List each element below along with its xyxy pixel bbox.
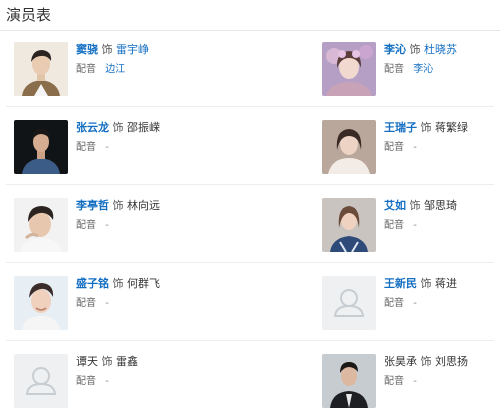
role-name: 林向远 [127,199,160,212]
actor-photo[interactable] [322,354,376,408]
actor-name: 谭天 [76,355,98,368]
actor-name-link[interactable]: 盛子铭 [76,277,109,290]
as-connector: 饰 [112,277,124,290]
voice-actor-value: - [413,220,417,231]
actor-name-link[interactable]: 王瑞子 [384,121,417,134]
voice-actor-value: - [105,376,109,387]
as-connector: 饰 [420,355,432,368]
role-name: 邹思琦 [424,199,457,212]
voice-actor-value: - [413,298,417,309]
as-connector: 饰 [409,43,421,56]
as-connector: 饰 [112,199,124,212]
dub-label: 配音 [76,298,96,309]
role-name: 雷鑫 [116,355,138,368]
role-name: 蒋繁绿 [435,121,468,134]
as-connector: 饰 [101,43,113,56]
actor-photo[interactable] [14,42,68,96]
role-name-link[interactable]: 雷宇峥 [116,43,149,56]
as-connector: 饰 [420,277,432,290]
actor-name-link[interactable]: 王新民 [384,277,417,290]
role-name: 蒋进 [435,277,457,290]
actor-photo[interactable] [14,120,68,174]
actor-photo[interactable] [14,198,68,252]
cast-card[interactable]: 王瑞子 饰 蒋繁绿 配音 - [322,120,500,180]
cast-card[interactable]: 盛子铭 饰 何群飞 配音 - [14,276,214,336]
actor-name-link[interactable]: 李亭哲 [76,199,109,212]
cast-card[interactable]: 王新民 饰 蒋进 配音 - [322,276,500,336]
dub-label: 配音 [76,220,96,231]
dub-label: 配音 [76,142,96,153]
cast-card[interactable]: 张云龙 饰 邵振嵘 配音 - [14,120,214,180]
cast-header: 演员表 [0,0,500,31]
as-connector: 饰 [101,355,113,368]
dub-label: 配音 [384,220,404,231]
voice-actor-value: - [105,220,109,231]
cast-card[interactable]: 谭天 饰 雷鑫 配音 - [14,354,214,414]
as-connector: 饰 [112,121,124,134]
as-connector: 饰 [409,199,421,212]
voice-actor-value: - [413,376,417,387]
actor-photo[interactable] [322,42,376,96]
row-divider [6,184,494,185]
cast-card[interactable]: 李亭哲 饰 林向远 配音 - [14,198,214,258]
actor-photo[interactable] [14,276,68,330]
voice-actor-value: - [105,142,109,153]
voice-actor-value: - [105,298,109,309]
role-name: 刘思扬 [435,355,468,368]
voice-actor-link[interactable]: 李沁 [413,64,433,75]
voice-actor-value: - [413,142,417,153]
cast-grid: 窦骁 饰 雷宇峥 配音 边江 李沁 饰 杜晓苏 配音 李沁 张云龙 饰 邵振嵘 … [0,31,500,414]
dub-label: 配音 [384,142,404,153]
role-name: 邵振嵘 [127,121,160,134]
role-name-link[interactable]: 杜晓苏 [424,43,457,56]
actor-name: 张昊承 [384,355,417,368]
cast-card[interactable]: 李沁 饰 杜晓苏 配音 李沁 [322,42,500,102]
actor-photo[interactable] [322,198,376,252]
cast-card[interactable]: 窦骁 饰 雷宇峥 配音 边江 [14,42,214,102]
actor-name-link[interactable]: 张云龙 [76,121,109,134]
row-divider [6,340,494,341]
dub-label: 配音 [76,376,96,387]
dub-label: 配音 [384,376,404,387]
dub-label: 配音 [384,64,404,75]
section-title: 演员表 [6,6,52,24]
default-avatar-icon[interactable] [322,276,376,330]
row-divider [6,262,494,263]
role-name: 何群飞 [127,277,160,290]
dub-label: 配音 [384,298,404,309]
default-avatar-icon[interactable] [14,354,68,408]
dub-label: 配音 [76,64,96,75]
cast-card[interactable]: 张昊承 饰 刘思扬 配音 - [322,354,500,414]
actor-name-link[interactable]: 艾如 [384,199,406,212]
as-connector: 饰 [420,121,432,134]
actor-name-link[interactable]: 李沁 [384,43,406,56]
actor-photo[interactable] [322,120,376,174]
voice-actor-link[interactable]: 边江 [105,64,125,75]
row-divider [6,106,494,107]
cast-card[interactable]: 艾如 饰 邹思琦 配音 - [322,198,500,258]
actor-name-link[interactable]: 窦骁 [76,43,98,56]
